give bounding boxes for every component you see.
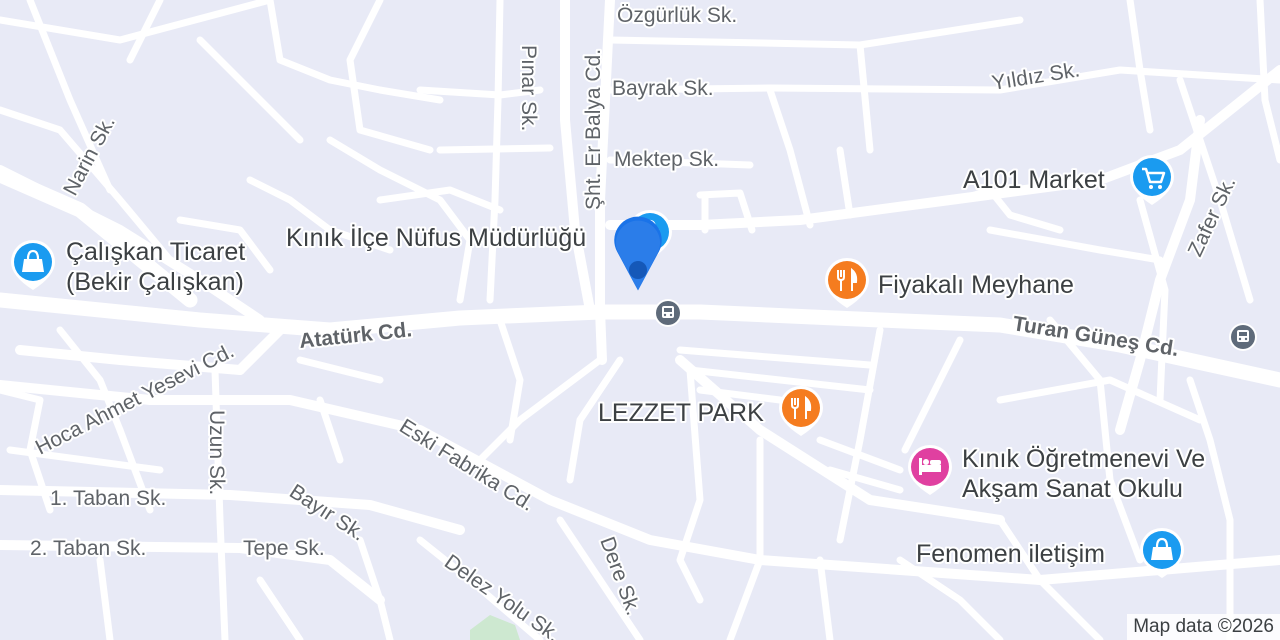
shopping-cart-icon: [1130, 155, 1174, 205]
poi-label-ogretmenevi-line1: Kınık Öğretmenevi Ve: [962, 445, 1205, 473]
poi-nufus-mudurlugu[interactable]: Kınık İlçe Nüfus Müdürlüğü: [284, 210, 672, 260]
street-label-tepe: Tepe Sk.: [243, 537, 325, 560]
poi-fiyakali-meyhane[interactable]: Fiyakalı Meyhane: [825, 258, 1076, 308]
map-svg: Özgürlük Sk. Bayrak Sk. Yıldız Sk. Pınar…: [0, 0, 1280, 640]
street-label-mektep: Mektep Sk.: [614, 148, 719, 171]
location-pin-icon[interactable]: [614, 216, 662, 291]
street-label-uzun: Uzun Sk.: [205, 410, 228, 495]
street-label-ozgurluk: Özgürlük Sk.: [617, 4, 737, 27]
poi-label-fenomen: Fenomen iletişim: [916, 540, 1105, 568]
street-label-yildiz: Yıldız Sk.: [990, 58, 1081, 95]
street-label-bayir: Bayır Sk.: [285, 480, 369, 546]
poi-label-ogretmenevi-line2: Akşam Sanat Okulu: [962, 475, 1183, 503]
poi-label-nufus: Kınık İlçe Nüfus Müdürlüğü: [286, 223, 586, 252]
map-attribution: Map data ©2026: [1127, 614, 1280, 640]
hotel-bed-icon: [908, 445, 952, 495]
poi-label-caliskan-line1: Çalışkan Ticaret: [66, 238, 245, 266]
street-label-bayrak: Bayrak Sk.: [612, 77, 714, 100]
poi-label-a101: A101 Market: [963, 166, 1105, 194]
poi-label-caliskan-line2: (Bekir Çalışkan): [66, 268, 244, 296]
poi-caliskan-ticaret[interactable]: Çalışkan Ticaret (Bekir Çalışkan): [11, 236, 247, 298]
street-label-pinar: Pınar Sk.: [517, 45, 540, 131]
poi-label-fiyakali: Fiyakalı Meyhane: [878, 271, 1074, 299]
bus-stop-icon[interactable]: [654, 299, 682, 327]
street-label-eski-fabrika: Eski Fabrika Cd.: [395, 415, 538, 516]
poi-ogretmenevi[interactable]: Kınık Öğretmenevi Ve Akşam Sanat Okulu: [908, 443, 1207, 505]
map-canvas[interactable]: Özgürlük Sk. Bayrak Sk. Yıldız Sk. Pınar…: [0, 0, 1280, 640]
poi-label-lezzet: LEZZET PARK: [598, 399, 764, 427]
street-label-sht-er-balya: Şht. Er Balya Cd.: [582, 49, 605, 210]
street-label-taban1: 1. Taban Sk.: [50, 487, 166, 510]
restaurant-icon: [825, 258, 869, 308]
bus-stop-icon[interactable]: [1229, 323, 1257, 351]
street-label-taban2: 2. Taban Sk.: [30, 537, 146, 560]
restaurant-icon: [779, 386, 823, 436]
street-label-dere: Dere Sk.: [595, 534, 645, 619]
shopping-bag-icon: [11, 240, 55, 290]
